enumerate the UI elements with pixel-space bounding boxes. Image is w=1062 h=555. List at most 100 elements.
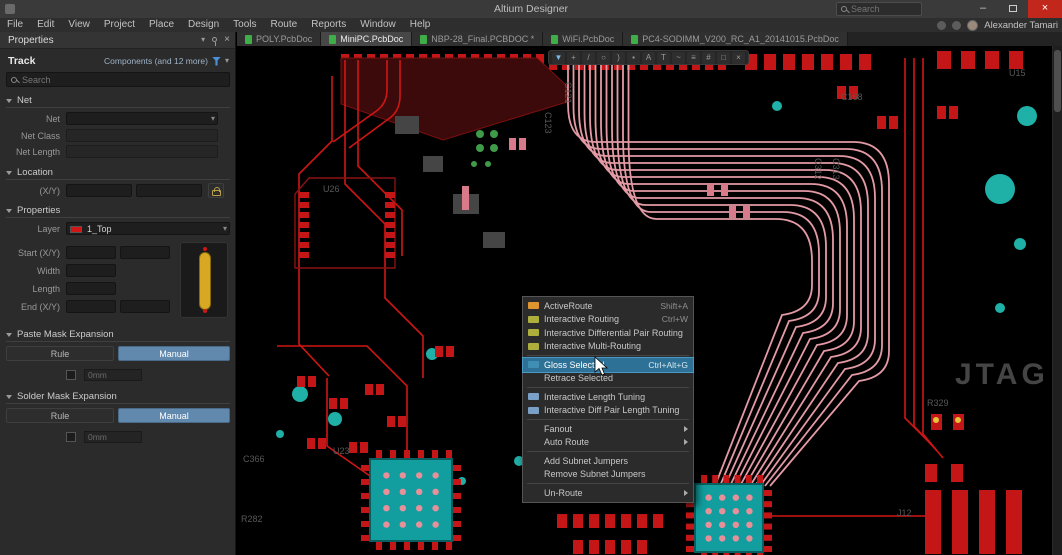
region-icon[interactable]: □ <box>717 52 730 64</box>
text-icon[interactable]: T <box>657 52 670 64</box>
vertical-scrollbar[interactable] <box>1052 46 1062 555</box>
menu-item-retrace-selected[interactable]: Retrace Selected <box>523 372 693 386</box>
filter-icon[interactable]: ▼ <box>552 52 565 64</box>
location-y-input[interactable] <box>136 184 202 197</box>
solder-mask-rule-button[interactable]: Rule <box>6 408 114 423</box>
solder-mask-value[interactable]: 0mm <box>84 431 142 443</box>
menu-help[interactable]: Help <box>403 18 438 32</box>
fill-icon[interactable]: ▪ <box>627 52 640 64</box>
solder-mask-manual-button[interactable]: Manual <box>118 408 230 423</box>
diff-pair-routing-icon <box>528 329 539 336</box>
tab-poly-pcbdoc[interactable]: POLY.PcbDoc <box>237 32 321 46</box>
menu-item-length-tuning[interactable]: Interactive Length Tuning <box>523 390 693 404</box>
panel-close-icon[interactable]: × <box>224 34 230 45</box>
settings-icon[interactable] <box>952 21 961 30</box>
layer-select[interactable]: 1_Top ▾ <box>66 222 230 235</box>
paste-mask-checkbox[interactable] <box>66 370 76 380</box>
title-search-box[interactable] <box>836 2 922 16</box>
menu-file[interactable]: File <box>0 18 30 32</box>
search-icon <box>11 77 17 83</box>
menu-item-remove-subnet-jumpers[interactable]: Remove Subnet Jumpers <box>523 468 693 482</box>
search-icon <box>841 6 847 12</box>
chevron-down-icon[interactable]: ▾ <box>225 56 229 66</box>
string-icon[interactable]: A <box>642 52 655 64</box>
menu-tools[interactable]: Tools <box>226 18 263 32</box>
end-y-input[interactable] <box>120 300 170 313</box>
panel-search-input[interactable] <box>22 75 212 85</box>
menu-project[interactable]: Project <box>97 18 142 32</box>
scrollbar-thumb[interactable] <box>1054 50 1061 112</box>
tab-wifi-pcbdoc[interactable]: WiFi.PcbDoc <box>543 32 623 46</box>
menu-item-gloss-selected[interactable]: Gloss Selected Ctrl+Alt+G <box>523 358 693 372</box>
end-x-input[interactable] <box>66 300 116 313</box>
menu-item-add-subnet-jumpers[interactable]: Add Subnet Jumpers <box>523 454 693 468</box>
filter-funnel-icon[interactable] <box>212 57 221 66</box>
arc-icon[interactable]: ) <box>612 52 625 64</box>
width-input[interactable] <box>66 264 116 277</box>
menu-item-activeroute[interactable]: ActiveRoute Shift+A <box>523 299 693 313</box>
collapse-icon <box>6 99 12 103</box>
length-input[interactable] <box>66 282 116 295</box>
menu-view[interactable]: View <box>61 18 97 32</box>
un-route-icon <box>528 489 539 496</box>
pin-icon[interactable] <box>212 37 217 42</box>
menu-design[interactable]: Design <box>181 18 226 32</box>
menu-item-auto-route[interactable]: Auto Route <box>523 436 693 450</box>
menu-edit[interactable]: Edit <box>30 18 61 32</box>
via-icon[interactable]: ○ <box>597 52 610 64</box>
minimize-button[interactable]: – <box>968 0 998 18</box>
active-bar-toolbar: ▼ + / ○ ) ▪ A T ~ ≡ # □ × <box>548 50 749 65</box>
location-x-input[interactable] <box>66 184 132 197</box>
paste-mask-value[interactable]: 0mm <box>84 369 142 381</box>
menu-item-un-route[interactable]: Un-Route <box>523 486 693 500</box>
crosshair-icon[interactable]: + <box>567 52 580 64</box>
add-subnet-jumpers-icon <box>528 457 539 464</box>
pcb-ref-c123: C123 <box>543 112 553 134</box>
tab-minipc-pcbdoc[interactable]: MiniPC.PcbDoc <box>321 32 412 46</box>
end-xy-label: End (X/Y) <box>0 302 60 312</box>
paste-mask-manual-button[interactable]: Manual <box>118 346 230 361</box>
section-net[interactable]: Net <box>6 94 230 108</box>
grid-icon[interactable]: # <box>702 52 715 64</box>
lock-button[interactable] <box>208 183 224 198</box>
menu-item-fanout[interactable]: Fanout <box>523 422 693 436</box>
menu-reports[interactable]: Reports <box>304 18 353 32</box>
user-name[interactable]: Alexander Tamari <box>984 20 1058 31</box>
menu-item-multi-routing[interactable]: Interactive Multi-Routing <box>523 340 693 354</box>
properties-panel: Properties ▾ × Track Components (and 12 … <box>0 32 236 555</box>
solder-mask-checkbox[interactable] <box>66 432 76 442</box>
user-avatar[interactable] <box>967 20 978 31</box>
section-title: Properties <box>17 205 60 216</box>
section-solder-mask[interactable]: Solder Mask Expansion <box>6 390 230 404</box>
title-search-input[interactable] <box>851 4 911 14</box>
close-button[interactable]: × <box>1028 0 1062 18</box>
menu-window[interactable]: Window <box>353 18 403 32</box>
paste-mask-rule-button[interactable]: Rule <box>6 346 114 361</box>
notifications-icon[interactable] <box>937 21 946 30</box>
track-start-dot <box>203 247 207 251</box>
menu-separator <box>527 355 689 356</box>
retrace-selected-icon <box>528 375 539 382</box>
maximize-button[interactable] <box>998 0 1028 18</box>
scope-selector[interactable]: Components (and 12 more) <box>104 56 208 66</box>
net-select[interactable]: ▾ <box>66 112 218 125</box>
more-icon[interactable]: × <box>732 52 745 64</box>
menu-item-diff-pair-routing[interactable]: Interactive Differential Pair Routing <box>523 326 693 340</box>
tab-pc4-sodimm-pcbdoc[interactable]: PC4-SODIMM_V200_RC_A1_20141015.PcbDoc <box>623 32 848 46</box>
pcb-ref-r282: R282 <box>241 514 263 524</box>
section-location[interactable]: Location <box>6 166 230 180</box>
section-properties[interactable]: Properties <box>6 204 230 218</box>
route-icon[interactable]: / <box>582 52 595 64</box>
menu-route[interactable]: Route <box>264 18 305 32</box>
layers-icon[interactable]: ≡ <box>687 52 700 64</box>
tune-icon[interactable]: ~ <box>672 52 685 64</box>
fanout-icon <box>528 425 539 432</box>
chevron-down-icon[interactable]: ▾ <box>201 35 205 45</box>
section-paste-mask[interactable]: Paste Mask Expansion <box>6 328 230 342</box>
tab-nbp28-final-pcbdoc[interactable]: NBP-28_Final.PCBDOC * <box>412 32 543 46</box>
menu-item-interactive-routing[interactable]: Interactive Routing Ctrl+W <box>523 313 693 327</box>
start-x-input[interactable] <box>66 246 116 259</box>
start-y-input[interactable] <box>120 246 170 259</box>
menu-place[interactable]: Place <box>142 18 181 32</box>
menu-item-diff-length-tuning[interactable]: Interactive Diff Pair Length Tuning <box>523 404 693 418</box>
